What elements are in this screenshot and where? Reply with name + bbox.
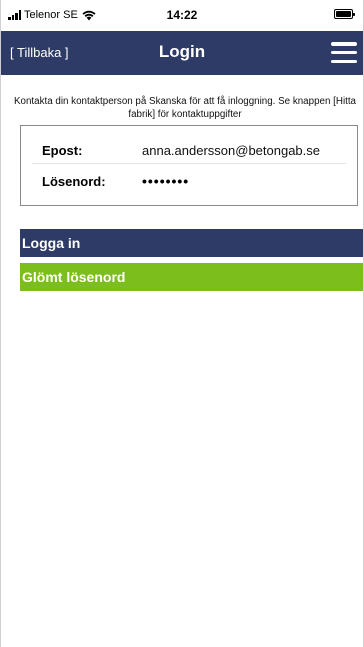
battery-level <box>336 11 351 17</box>
email-field[interactable] <box>140 143 346 158</box>
hamburger-menu-icon[interactable] <box>331 42 357 63</box>
nav-header: [ Tillbaka ] Login <box>1 31 363 75</box>
password-field[interactable]: •••••••• <box>140 173 346 189</box>
login-button[interactable]: Logga in <box>20 229 363 257</box>
forgot-password-button[interactable]: Glömt lösenord <box>20 263 363 291</box>
back-button[interactable]: [ Tillbaka ] <box>10 45 69 60</box>
password-label: Lösenord: <box>42 173 106 189</box>
battery-icon <box>334 9 355 19</box>
status-bar: Telenor SE 14:22 <box>1 0 363 30</box>
email-row: Epost: <box>32 138 346 164</box>
info-message: Kontakta din kontaktperson på Skanska fö… <box>13 96 357 120</box>
status-time: 14:22 <box>166 8 198 22</box>
login-form: Epost: Lösenord: •••••••• <box>20 125 358 206</box>
email-label: Epost: <box>42 143 83 158</box>
password-row: Lösenord: •••••••• <box>32 168 346 194</box>
app-screen: Telenor SE 14:22 [ Tillbaka ] Login Kont… <box>0 0 364 647</box>
